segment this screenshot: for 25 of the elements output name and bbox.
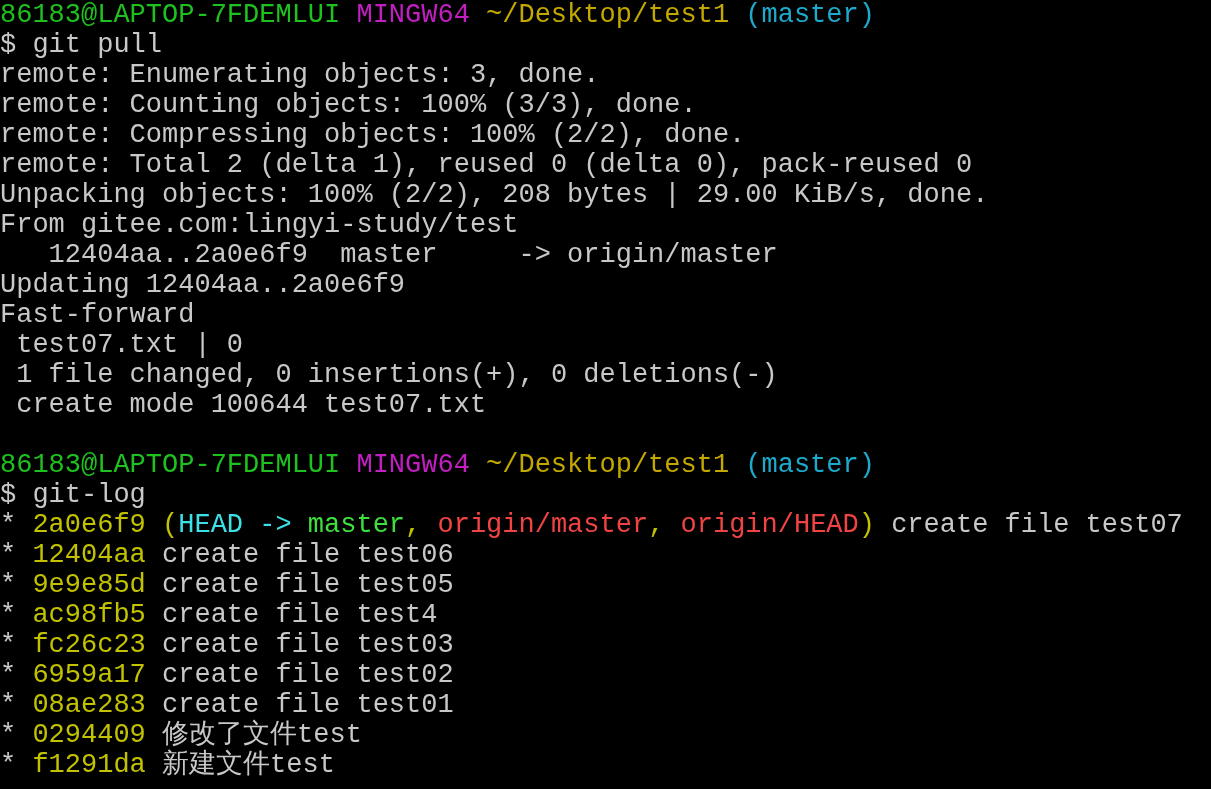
terminal-line: 1 file changed, 0 insertions(+), 0 deletions(-): [15, 360, 778, 390]
terminal-line: $ git-log: [0, 480, 146, 510]
terminal-line: * 9e9e85d create file test05: [0, 570, 454, 600]
terminal-line: * 08ae283 create file test01: [0, 690, 454, 720]
terminal-line: 12404aa..2a0e6f9 master -> origin/master: [47, 240, 778, 270]
terminal-line: * 12404aa create file test06: [0, 540, 454, 570]
terminal-line: test07.txt | 0: [15, 330, 244, 360]
terminal-line: * f1291da 新建文件test: [0, 750, 335, 780]
terminal-line: * 2a0e6f9 (HEAD -> master, origin/master, origin/HEAD) create file test07: [0, 510, 1183, 540]
terminal-line: remote: Compressing objects: 100% (2/2), done.: [0, 120, 746, 150]
terminal-line: remote: Total 2 (delta 1), reused 0 (delta 0), pack-reused 0: [0, 150, 973, 180]
terminal-line: 86183@LAPTOP-7FDEMLUI MINGW64 ~/Desktop/test1 (master): [0, 0, 875, 30]
terminal-line: remote: Enumerating objects: 3, done.: [0, 60, 600, 90]
terminal-line: 86183@LAPTOP-7FDEMLUI MINGW64 ~/Desktop/test1 (master): [0, 450, 875, 480]
terminal-line: * fc26c23 create file test03: [0, 630, 454, 660]
terminal-line: create mode 100644 test07.txt: [15, 390, 487, 420]
terminal-line: $ git pull: [0, 30, 163, 60]
terminal-line: Unpacking objects: 100% (2/2), 208 bytes | 29.00 KiB/s, done.: [0, 180, 989, 210]
terminal-line: remote: Counting objects: 100% (3/3), done.: [0, 90, 697, 120]
terminal-line: * 0294409 修改了文件test: [0, 720, 362, 750]
terminal-line: * 6959a17 create file test02: [0, 660, 454, 690]
terminal-line: Fast-forward: [0, 300, 195, 330]
terminal-line: From gitee.com:lingyi-study/test: [0, 210, 519, 240]
terminal-line: Updating 12404aa..2a0e6f9: [0, 270, 406, 300]
terminal-line: * ac98fb5 create file test4: [0, 600, 438, 630]
